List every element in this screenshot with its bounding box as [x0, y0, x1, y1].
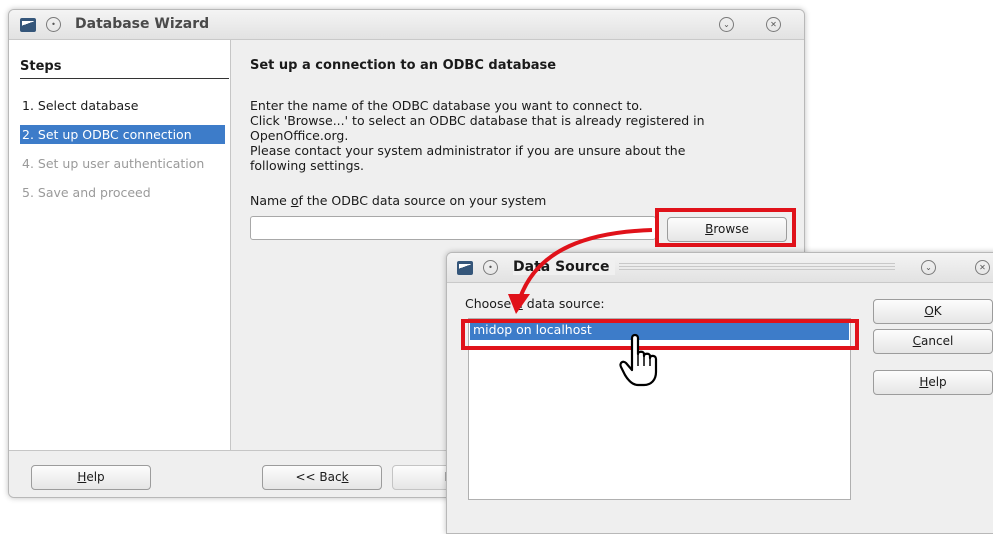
step-item[interactable]: 4. Set up user authentication: [20, 154, 208, 173]
dialog-menu-icon[interactable]: •: [483, 260, 498, 275]
close-icon[interactable]: ✕: [766, 17, 781, 32]
help-mnemonic: H: [77, 470, 87, 484]
dialog-close-icon[interactable]: ✕: [975, 260, 990, 275]
window-menu-icon[interactable]: •: [46, 17, 61, 32]
datasource-field-label: Name of the ODBC data source on your sys…: [250, 193, 546, 208]
ok-mnemonic: O: [924, 304, 934, 318]
cancel-button[interactable]: Cancel: [873, 329, 993, 354]
steps-heading: Steps: [20, 59, 62, 74]
steps-panel: Steps 1. Select database 2. Set up ODBC c…: [9, 40, 231, 450]
page-title: Set up a connection to an ODBC database: [250, 58, 557, 73]
step-item[interactable]: 1. Select database: [20, 96, 142, 115]
label-text-b: f the ODBC data source on your system: [298, 193, 547, 208]
ok-text-b: K: [933, 304, 942, 318]
description-line: Enter the name of the ODBC database you …: [250, 98, 643, 113]
ok-button[interactable]: OK: [873, 299, 993, 324]
steps-heading-rule: [20, 78, 229, 79]
wizard-title: Database Wizard: [75, 16, 210, 32]
label-text-a: Name: [250, 193, 291, 208]
minimize-icon[interactable]: ⌄: [719, 17, 734, 32]
back-text-a: << Bac: [295, 470, 342, 484]
browse-highlight-frame: [655, 208, 796, 247]
dhelp-text-b: elp: [928, 375, 947, 389]
back-mnemonic: k: [341, 470, 349, 484]
back-button[interactable]: << Back: [262, 465, 382, 490]
cancel-mnemonic: C: [912, 334, 922, 348]
description-line: following settings.: [250, 158, 364, 173]
dialog-help-button[interactable]: Help: [873, 370, 993, 395]
wizard-titlebar[interactable]: • Database Wizard ⌄ ✕: [9, 10, 804, 40]
description-line: OpenOffice.org.: [250, 128, 349, 143]
description-line: Click 'Browse...' to select an ODBC data…: [250, 113, 705, 128]
help-text-b: elp: [86, 470, 105, 484]
description-text: Enter the name of the ODBC database you …: [250, 98, 790, 173]
description-line: Please contact your system administrator…: [250, 143, 686, 158]
dialog-app-icon: [457, 261, 473, 275]
label-mnemonic: o: [290, 193, 299, 208]
step-item[interactable]: 5. Save and proceed: [20, 183, 155, 202]
hand-pointer-icon: [619, 333, 658, 387]
dialog-title: Data Source: [513, 259, 616, 275]
choose-label: Choose a data source:: [465, 296, 605, 311]
cancel-text-b: ancel: [921, 334, 954, 348]
choose-text-a: Choose: [465, 296, 516, 311]
choose-mnemonic: a: [515, 296, 523, 311]
app-icon: [20, 18, 36, 32]
step-item[interactable]: 2. Set up ODBC connection: [20, 125, 225, 144]
choose-text-b: data source:: [522, 296, 605, 311]
wizard-help-button[interactable]: Help: [31, 465, 151, 490]
titlebar-grip: [619, 263, 895, 272]
dhelp-mnemonic: H: [919, 375, 929, 389]
data-source-dialog: • Data Source ⌄ ✕ Choose a data source: …: [446, 252, 993, 534]
datasource-name-input[interactable]: [250, 216, 656, 240]
dialog-minimize-icon[interactable]: ⌄: [921, 260, 936, 275]
data-source-titlebar[interactable]: • Data Source ⌄ ✕: [447, 253, 993, 283]
